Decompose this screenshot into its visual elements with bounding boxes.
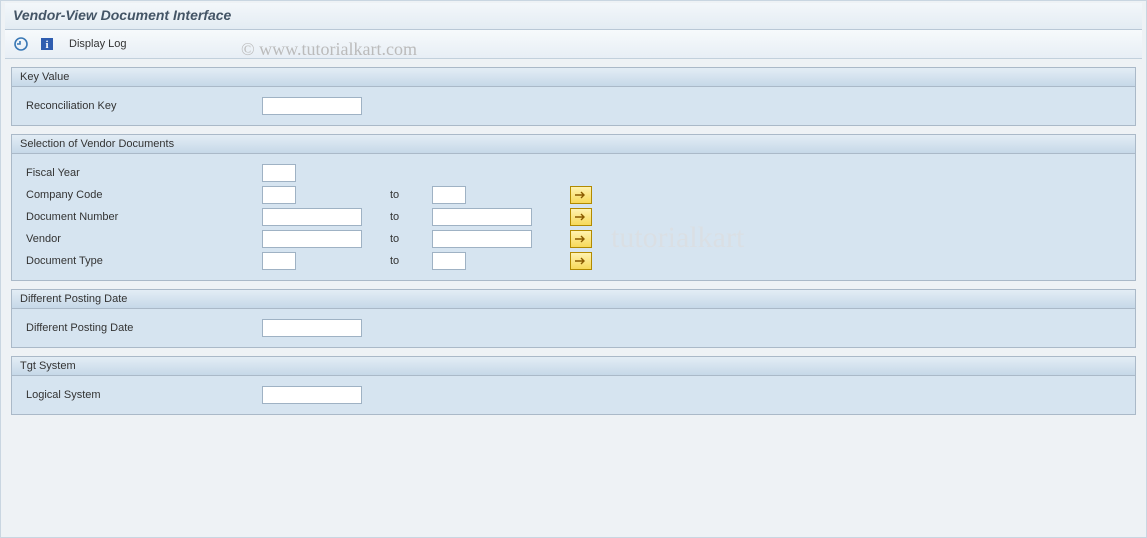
document-number-multi-button[interactable] bbox=[570, 208, 592, 226]
group-key-value: Key Value Reconciliation Key bbox=[11, 67, 1136, 126]
vendor-from-input[interactable] bbox=[262, 230, 362, 248]
label-reconciliation-key: Reconciliation Key bbox=[22, 100, 262, 112]
label-vendor: Vendor bbox=[22, 233, 262, 245]
label-logical-system: Logical System bbox=[22, 389, 262, 401]
toolbar: i Display Log bbox=[5, 30, 1142, 59]
label-document-type: Document Type bbox=[22, 255, 262, 267]
to-label: to bbox=[372, 189, 432, 201]
document-type-from-input[interactable] bbox=[262, 252, 296, 270]
display-log-button[interactable]: Display Log bbox=[63, 36, 132, 52]
group-title-tgt-system: Tgt System bbox=[12, 357, 1135, 376]
group-title-selection: Selection of Vendor Documents bbox=[12, 135, 1135, 154]
vendor-multi-button[interactable] bbox=[570, 230, 592, 248]
to-label: to bbox=[372, 255, 432, 267]
diff-posting-date-input[interactable] bbox=[262, 319, 362, 337]
to-label: to bbox=[372, 233, 432, 245]
label-document-number: Document Number bbox=[22, 211, 262, 223]
to-label: to bbox=[372, 211, 432, 223]
label-diff-posting-date: Different Posting Date bbox=[22, 322, 262, 334]
info-icon[interactable]: i bbox=[37, 34, 57, 54]
company-code-multi-button[interactable] bbox=[570, 186, 592, 204]
reconciliation-key-input[interactable] bbox=[262, 97, 362, 115]
group-diff-posting: Different Posting Date Different Posting… bbox=[11, 289, 1136, 348]
label-company-code: Company Code bbox=[22, 189, 262, 201]
document-number-to-input[interactable] bbox=[432, 208, 532, 226]
document-number-from-input[interactable] bbox=[262, 208, 362, 226]
execute-icon[interactable] bbox=[11, 34, 31, 54]
group-tgt-system: Tgt System Logical System bbox=[11, 356, 1136, 415]
company-code-to-input[interactable] bbox=[432, 186, 466, 204]
group-title-key-value: Key Value bbox=[12, 68, 1135, 87]
label-fiscal-year: Fiscal Year bbox=[22, 167, 262, 179]
svg-text:i: i bbox=[45, 39, 48, 51]
fiscal-year-input[interactable] bbox=[262, 164, 296, 182]
logical-system-input[interactable] bbox=[262, 386, 362, 404]
app-window: Vendor-View Document Interface i Display… bbox=[0, 0, 1147, 538]
page-title: Vendor-View Document Interface bbox=[5, 3, 1142, 30]
document-type-to-input[interactable] bbox=[432, 252, 466, 270]
vendor-to-input[interactable] bbox=[432, 230, 532, 248]
document-type-multi-button[interactable] bbox=[570, 252, 592, 270]
group-selection: Selection of Vendor Documents Fiscal Yea… bbox=[11, 134, 1136, 281]
company-code-from-input[interactable] bbox=[262, 186, 296, 204]
group-title-diff-posting: Different Posting Date bbox=[12, 290, 1135, 309]
